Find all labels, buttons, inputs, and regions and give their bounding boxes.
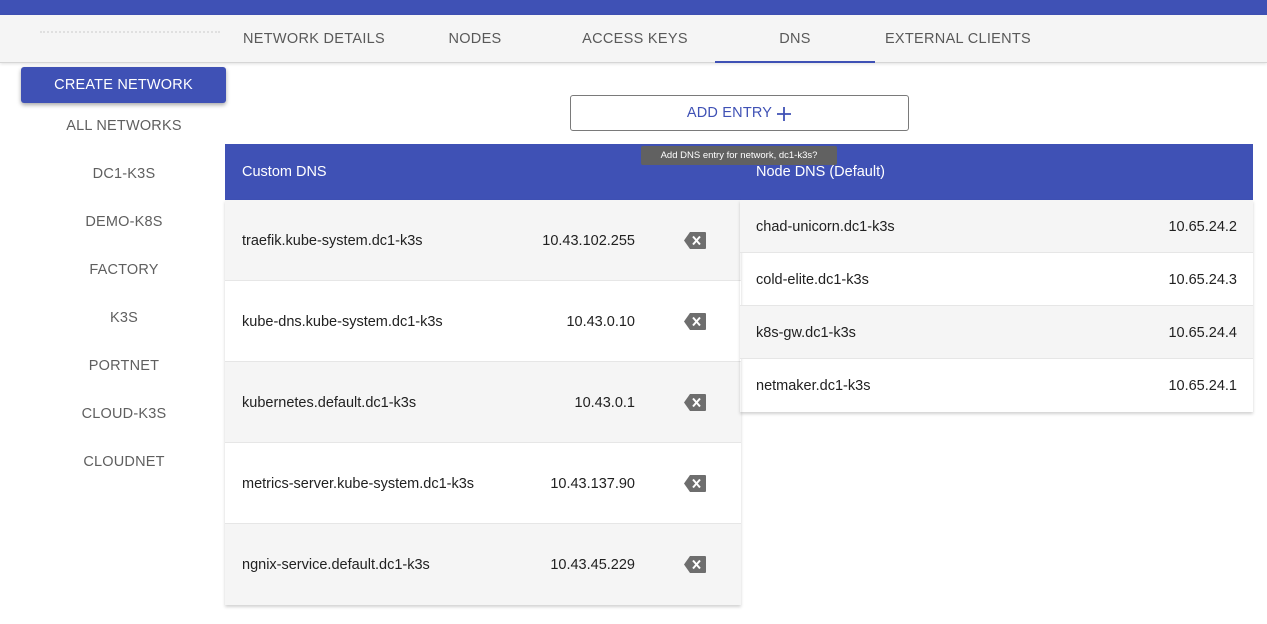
tab-external-clients[interactable]: EXTERNAL CLIENTS (875, 15, 1041, 63)
backspace-delete-icon[interactable] (683, 474, 707, 493)
dns-entry-ip: 10.43.0.10 (566, 313, 635, 330)
dns-entry-ip: 10.65.24.4 (1168, 324, 1237, 341)
sidebar-item-cloud-k3s[interactable]: CLOUD-K3S (0, 399, 248, 429)
sidebar-item-k3s[interactable]: K3S (0, 303, 248, 333)
dns-entry-ip: 10.43.45.229 (550, 556, 635, 573)
add-entry-label: ADD ENTRY (686, 105, 773, 121)
backspace-delete-icon[interactable] (683, 555, 707, 574)
dns-entry-name: metrics-server.kube-system.dc1-k3s (242, 475, 475, 492)
node-dns-row: k8s-gw.dc1-k3s 10.65.24.4 (740, 306, 1253, 359)
tab-network-details[interactable]: NETWORK DETAILS (234, 15, 394, 63)
tabs-divider (40, 31, 220, 33)
custom-dns-title: Custom DNS (242, 164, 327, 180)
backspace-delete-icon[interactable] (683, 393, 707, 412)
dns-entry-name: ngnix-service.default.dc1-k3s (242, 556, 430, 573)
dns-entry-ip: 10.43.0.1 (574, 394, 635, 411)
tab-nodes[interactable]: NODES (395, 15, 555, 63)
custom-dns-row: kubernetes.default.dc1-k3s 10.43.0.1 (225, 362, 741, 443)
backspace-delete-icon[interactable] (683, 231, 707, 250)
dns-entry-name: traefik.kube-system.dc1-k3s (242, 232, 423, 249)
dns-entry-name: chad-unicorn.dc1-k3s (756, 218, 895, 235)
custom-dns-row: metrics-server.kube-system.dc1-k3s 10.43… (225, 443, 741, 524)
dns-entry-ip: 10.43.137.90 (550, 475, 635, 492)
node-dns-row: chad-unicorn.dc1-k3s 10.65.24.2 (740, 200, 1253, 253)
app-top-bar (0, 0, 1267, 15)
active-tab-indicator (715, 61, 875, 63)
node-dns-row: cold-elite.dc1-k3s 10.65.24.3 (740, 253, 1253, 306)
tab-access-keys[interactable]: ACCESS KEYS (555, 15, 715, 63)
custom-dns-row: kube-dns.kube-system.dc1-k3s 10.43.0.10 (225, 281, 741, 362)
plus-icon (776, 104, 792, 122)
dns-entry-ip: 10.65.24.2 (1168, 218, 1237, 235)
sidebar-item-dc1-k3s[interactable]: DC1-K3S (0, 159, 248, 189)
sidebar-item-portnet[interactable]: PORTNET (0, 351, 248, 381)
sidebar-item-cloudnet[interactable]: CLOUDNET (0, 447, 248, 477)
sidebar-item-factory[interactable]: FACTORY (0, 255, 248, 285)
dns-entry-name: cold-elite.dc1-k3s (756, 271, 869, 288)
backspace-delete-icon[interactable] (683, 312, 707, 331)
tab-dns[interactable]: DNS (715, 15, 875, 63)
dns-entry-name: netmaker.dc1-k3s (756, 377, 871, 394)
create-network-button[interactable]: CREATE NETWORK (21, 67, 226, 103)
dns-entry-ip: 10.65.24.1 (1168, 377, 1237, 394)
dns-entry-ip: 10.43.102.255 (542, 232, 635, 249)
add-entry-button[interactable]: ADD ENTRY (570, 95, 909, 131)
dns-entry-name: kubernetes.default.dc1-k3s (242, 394, 417, 411)
dns-entry-name: k8s-gw.dc1-k3s (756, 324, 856, 341)
dns-entry-name: kube-dns.kube-system.dc1-k3s (242, 313, 443, 330)
node-dns-row: netmaker.dc1-k3s 10.65.24.1 (740, 359, 1253, 412)
custom-dns-row: traefik.kube-system.dc1-k3s 10.43.102.25… (225, 200, 741, 281)
network-tabs-bar: NETWORK DETAILS NODES ACCESS KEYS DNS EX… (0, 15, 1267, 63)
add-entry-tooltip: Add DNS entry for network, dc1-k3s? (641, 146, 837, 165)
custom-dns-row: ngnix-service.default.dc1-k3s 10.43.45.2… (225, 524, 741, 605)
sidebar-item-demo-k8s[interactable]: DEMO-K8S (0, 207, 248, 237)
node-dns-list: chad-unicorn.dc1-k3s 10.65.24.2 cold-eli… (740, 200, 1253, 412)
node-dns-title: Node DNS (Default) (756, 164, 885, 180)
dns-entry-ip: 10.65.24.3 (1168, 271, 1237, 288)
sidebar-item-all-networks[interactable]: ALL NETWORKS (0, 111, 248, 141)
custom-dns-list: traefik.kube-system.dc1-k3s 10.43.102.25… (225, 200, 741, 605)
